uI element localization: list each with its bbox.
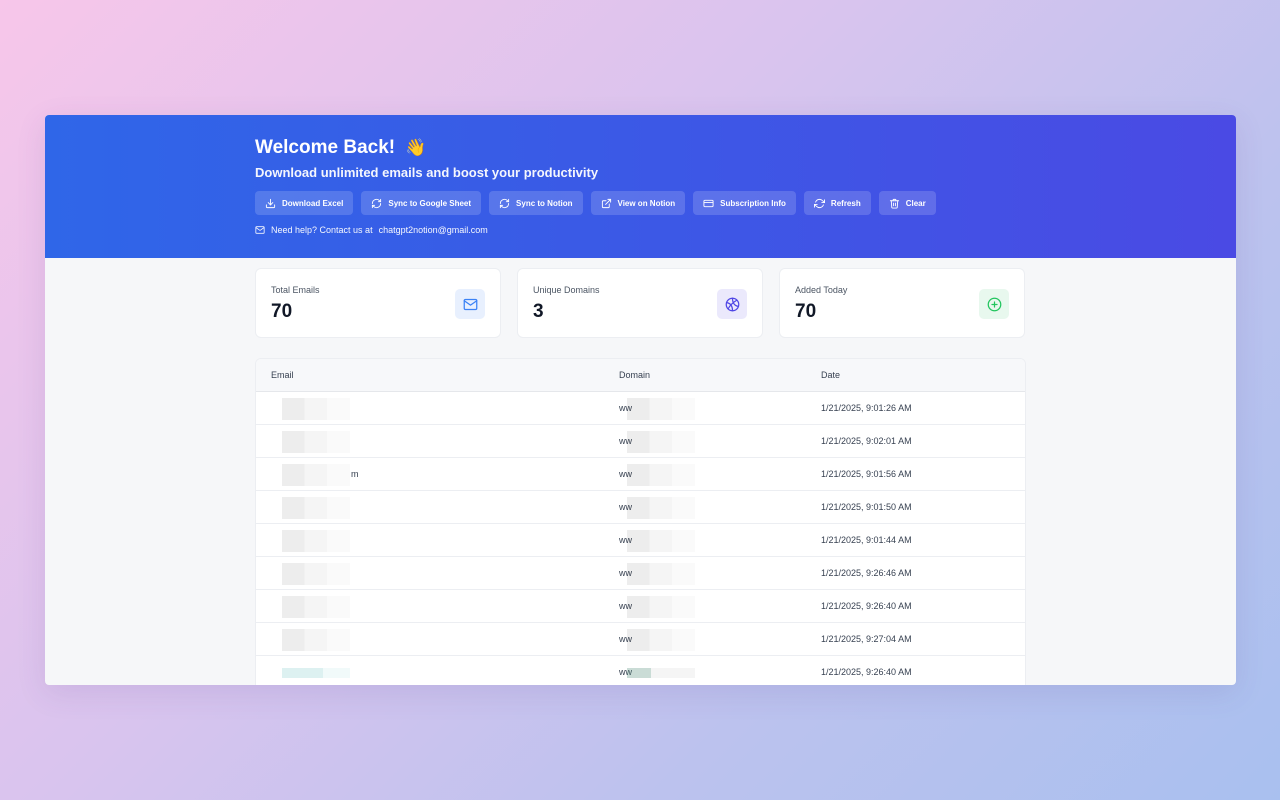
redacted-block bbox=[282, 398, 350, 420]
view-on-notion-label: View on Notion bbox=[617, 198, 676, 208]
date-cell: 1/21/2025, 9:01:44 AM bbox=[821, 535, 912, 545]
redacted-block bbox=[282, 431, 350, 453]
table-header: Email Domain Date bbox=[256, 359, 1025, 392]
clear-label: Clear bbox=[905, 198, 926, 208]
column-header-domain[interactable]: Domain bbox=[605, 370, 807, 380]
stat-value: 3 bbox=[533, 301, 544, 322]
sync-google-sheet-label: Sync to Google Sheet bbox=[388, 198, 472, 208]
waving-hand-icon: 👋 bbox=[405, 138, 427, 157]
external-link-icon bbox=[601, 198, 611, 208]
table-row[interactable]: m ww 1/21/2025, 9:01:56 AM bbox=[256, 458, 1025, 491]
email-cell: m bbox=[351, 469, 359, 479]
sync-google-sheet-button[interactable]: Sync to Google Sheet bbox=[361, 191, 482, 215]
mail-icon bbox=[455, 289, 485, 319]
sync-notion-button[interactable]: Sync to Notion bbox=[489, 191, 583, 215]
date-cell: 1/21/2025, 9:01:26 AM bbox=[821, 403, 912, 413]
redacted-block bbox=[282, 530, 350, 552]
stat-card-total-emails: Total Emails 70 bbox=[255, 268, 501, 338]
welcome-banner: Welcome Back! 👋 Download unlimited email… bbox=[45, 115, 1236, 258]
redacted-block bbox=[282, 464, 350, 486]
download-icon bbox=[265, 198, 276, 208]
table-row[interactable]: ww 1/21/2025, 9:26:40 AM bbox=[256, 656, 1025, 685]
clear-button[interactable]: Clear bbox=[878, 191, 936, 215]
column-header-date[interactable]: Date bbox=[807, 370, 840, 380]
refresh-button[interactable]: Refresh bbox=[803, 191, 871, 215]
stat-card-unique-domains: Unique Domains 3 bbox=[517, 268, 763, 338]
column-header-email[interactable]: Email bbox=[256, 370, 605, 380]
refresh-label: Refresh bbox=[830, 198, 861, 208]
redacted-block bbox=[282, 596, 350, 618]
redacted-block bbox=[282, 497, 350, 519]
refresh-icon bbox=[813, 198, 825, 208]
action-toolbar: Download Excel Sync to Google Sheet Sync… bbox=[255, 191, 1015, 215]
stat-card-added-today: Added Today 70 bbox=[779, 268, 1025, 338]
redacted-block bbox=[282, 563, 350, 585]
emails-table: Email Domain Date ww 1/21/2025, 9:01:26 … bbox=[255, 358, 1026, 685]
date-cell: 1/21/2025, 9:02:01 AM bbox=[821, 436, 912, 446]
plus-circle-icon bbox=[979, 289, 1009, 319]
table-row[interactable]: ww 1/21/2025, 9:01:26 AM bbox=[256, 392, 1025, 425]
download-excel-button[interactable]: Download Excel bbox=[255, 191, 354, 215]
page-title: Welcome Back! 👋 bbox=[255, 137, 1015, 159]
date-cell: 1/21/2025, 9:26:40 AM bbox=[821, 667, 912, 677]
table-row[interactable]: ww 1/21/2025, 9:27:04 AM bbox=[256, 623, 1025, 656]
redacted-block bbox=[627, 668, 695, 678]
redacted-block bbox=[627, 497, 695, 519]
stat-value: 70 bbox=[271, 301, 293, 322]
help-contact: Need help? Contact us at chatgpt2notion@… bbox=[255, 225, 1015, 235]
stat-label: Total Emails bbox=[271, 285, 320, 295]
date-cell: 1/21/2025, 9:01:50 AM bbox=[821, 502, 912, 512]
redacted-block bbox=[627, 464, 695, 486]
trash-icon bbox=[889, 198, 899, 209]
mail-icon bbox=[255, 226, 265, 234]
credit-card-icon bbox=[703, 199, 714, 207]
redacted-block bbox=[627, 563, 695, 585]
redacted-block bbox=[282, 668, 350, 678]
redacted-block bbox=[627, 398, 695, 420]
date-cell: 1/21/2025, 9:27:04 AM bbox=[821, 634, 912, 644]
redacted-block bbox=[627, 530, 695, 552]
date-cell: 1/21/2025, 9:26:40 AM bbox=[821, 601, 912, 611]
page-subtitle: Download unlimited emails and boost your… bbox=[255, 165, 599, 180]
date-cell: 1/21/2025, 9:26:46 AM bbox=[821, 568, 912, 578]
redacted-block bbox=[282, 629, 350, 651]
redacted-block bbox=[627, 596, 695, 618]
globe-icon bbox=[717, 289, 747, 319]
table-row[interactable]: ww 1/21/2025, 9:26:40 AM bbox=[256, 590, 1025, 623]
table-row[interactable]: ww 1/21/2025, 9:01:44 AM bbox=[256, 524, 1025, 557]
title-text: Welcome Back! bbox=[255, 137, 396, 158]
view-on-notion-button[interactable]: View on Notion bbox=[590, 191, 686, 215]
subscription-info-label: Subscription Info bbox=[720, 198, 786, 208]
support-email-link[interactable]: chatgpt2notion@gmail.com bbox=[379, 225, 488, 235]
download-excel-label: Download Excel bbox=[282, 198, 344, 208]
help-text: Need help? Contact us at bbox=[271, 225, 373, 235]
subscription-info-button[interactable]: Subscription Info bbox=[693, 191, 796, 215]
sync-notion-label: Sync to Notion bbox=[516, 198, 573, 208]
stat-value: 70 bbox=[795, 301, 817, 322]
table-row[interactable]: ww 1/21/2025, 9:26:46 AM bbox=[256, 557, 1025, 590]
table-row[interactable]: ww 1/21/2025, 9:01:50 AM bbox=[256, 491, 1025, 524]
sync-icon bbox=[372, 198, 382, 208]
stat-label: Unique Domains bbox=[533, 285, 600, 295]
redacted-block bbox=[627, 431, 695, 453]
sync-icon bbox=[499, 198, 510, 208]
table-row[interactable]: ww 1/21/2025, 9:02:01 AM bbox=[256, 425, 1025, 458]
stats-row: Total Emails 70 Unique Domains 3 Added T… bbox=[255, 268, 1025, 338]
redacted-block bbox=[627, 629, 695, 651]
stat-label: Added Today bbox=[795, 285, 848, 295]
app-window: Welcome Back! 👋 Download unlimited email… bbox=[45, 115, 1236, 685]
date-cell: 1/21/2025, 9:01:56 AM bbox=[821, 469, 912, 479]
